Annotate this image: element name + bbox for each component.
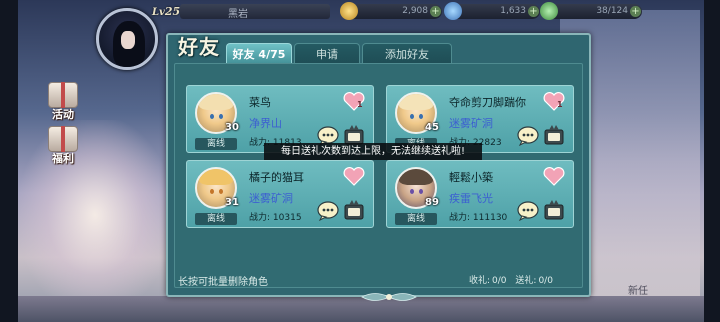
avatar-eye — [410, 189, 414, 194]
heart-icon[interactable] — [543, 166, 565, 186]
ribbon-decoration — [61, 82, 65, 108]
background-light — [20, 120, 170, 310]
add-gold-button[interactable]: + — [430, 6, 441, 17]
friend-guild: 迷雾矿洞 — [449, 117, 493, 130]
avatar-eye — [210, 189, 214, 194]
gold-value: 2,908 — [402, 6, 428, 16]
toast-message: 每日送礼次数到达上限，无法继续送礼啦! — [264, 143, 482, 160]
energy-value: 38/124 — [596, 6, 628, 16]
friend-power: 战力: 10315 — [249, 213, 302, 223]
avatar-eye — [410, 114, 414, 119]
player-name: 黑岩 — [228, 9, 248, 20]
gift-stats: 收礼: 0/0 送礼: 0/0 — [469, 273, 553, 286]
friend-card[interactable]: 31 离线 橘子的猫耳 迷雾矿洞 战力: 10315 — [186, 160, 374, 228]
welfare-label: 福利 — [52, 152, 74, 165]
player-avatar[interactable] — [96, 8, 158, 70]
friend-status: 离线 — [395, 213, 437, 225]
send-label: 送礼: — [515, 276, 537, 286]
avatar-hair — [199, 169, 233, 185]
friend-name: 橘子的猫耳 — [249, 171, 304, 184]
gem-icon — [444, 2, 462, 20]
gift-icon[interactable] — [543, 199, 565, 221]
friend-guild: 净界山 — [249, 117, 282, 130]
chat-icon[interactable] — [517, 201, 539, 221]
friend-guild: 疾雷飞光 — [449, 192, 493, 205]
avatar-eye — [219, 114, 223, 119]
avatar-hair — [399, 169, 433, 185]
chat-icon[interactable] — [317, 201, 339, 221]
friend-card[interactable]: 89 离线 輕鬆小築 疾雷飞光 战力: 111130 — [386, 160, 574, 228]
avatar-eye — [210, 114, 214, 119]
friend-status: 离线 — [195, 213, 237, 225]
receive-label: 收礼: — [469, 276, 491, 286]
player-name-bar: 黑岩 — [180, 4, 330, 20]
friend-name: 夺命剪刀脚踹你 — [449, 96, 526, 109]
event-button[interactable]: 活动 — [44, 82, 82, 121]
receive-value: 0/0 — [492, 276, 507, 286]
chat-icon[interactable] — [517, 126, 539, 146]
add-energy-button[interactable]: + — [630, 6, 641, 17]
event-label: 活动 — [52, 108, 74, 121]
friend-level: 89 — [425, 197, 439, 208]
panel-title: 好友 — [178, 35, 220, 59]
avatar-hair — [199, 94, 233, 110]
screen-left-edge — [0, 0, 18, 322]
energy-counter: 38/124 + — [540, 2, 642, 20]
screen-right-edge — [704, 0, 720, 322]
avatar-face — [121, 31, 135, 49]
gold-counter: 2,908 + — [340, 2, 442, 20]
avatar-eye — [419, 189, 423, 194]
like-count: 1 — [557, 100, 563, 109]
panel-ornament — [361, 293, 417, 301]
welfare-button[interactable]: 福利 — [44, 126, 82, 165]
friend-guild: 迷雾矿洞 — [249, 192, 293, 205]
lightning-icon — [540, 2, 558, 20]
gift-icon[interactable] — [543, 124, 565, 146]
gold-coin-icon — [340, 2, 358, 20]
avatar-eye — [419, 114, 423, 119]
friend-level: 45 — [425, 122, 439, 133]
player-level: Lv25 — [152, 5, 181, 18]
friend-level: 31 — [225, 197, 239, 208]
heart-icon[interactable] — [343, 166, 365, 186]
friend-level: 30 — [225, 122, 239, 133]
ribbon-decoration — [61, 126, 65, 152]
friend-name: 輕鬆小築 — [449, 171, 493, 184]
like-count: 1 — [357, 100, 363, 109]
add-gem-button[interactable]: + — [528, 6, 539, 17]
gem-counter: 1,633 + — [444, 2, 540, 20]
avatar-hair — [399, 94, 433, 110]
friend-status: 离线 — [195, 138, 237, 150]
friend-power: 战力: 111130 — [449, 213, 508, 223]
send-value: 0/0 — [538, 276, 553, 286]
friend-name: 菜鸟 — [249, 96, 271, 109]
gift-icon[interactable] — [343, 199, 365, 221]
batch-delete-hint: 长按可批量删除角色 — [178, 277, 268, 288]
right-menu-label[interactable]: 新任 — [628, 282, 648, 297]
avatar-eye — [219, 189, 223, 194]
gem-value: 1,633 — [500, 6, 526, 16]
